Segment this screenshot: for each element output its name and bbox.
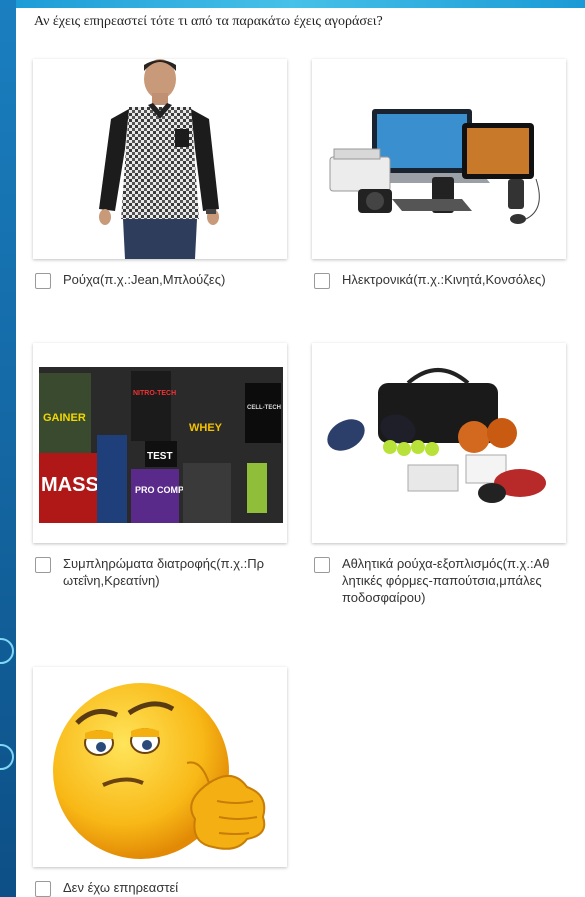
option-label: Ρούχα(π.χ.:Jean,Μπλούζες) (63, 272, 226, 287)
option-checkbox[interactable] (35, 273, 51, 289)
option-checkbox[interactable] (35, 557, 51, 573)
option-electronics[interactable]: Ηλεκτρονικά(π.χ.:Κινητά,Κονσόλες) (312, 59, 566, 289)
product-text: WHEY (189, 422, 223, 434)
option-sports-equipment[interactable]: Αθλητικά ρούχα-εξοπλισμός(π.χ.:Αθλητικές… (312, 343, 566, 606)
product-text: NITRO-TECH (133, 390, 176, 397)
option-label: Συμπληρώματα διατροφής(π.χ.:Πρωτεΐνη,Κρε… (63, 556, 265, 588)
option-checkbox[interactable] (35, 881, 51, 897)
thinking-emoji[interactable] (33, 667, 287, 867)
option-label: Ηλεκτρονικά(π.χ.:Κινητά,Κονσόλες) (342, 272, 546, 287)
slide-top-strip (0, 0, 585, 8)
option-checkbox[interactable] (314, 273, 330, 289)
product-text: GAINER (43, 412, 86, 424)
option-not-influenced[interactable]: Δεν έχω επηρεαστεί (33, 667, 287, 897)
question-title: Αν έχεις επηρεαστεί τότε τι από τα παρακ… (34, 14, 383, 29)
shirt-photo[interactable] (33, 59, 287, 259)
option-clothes[interactable]: Ρούχα(π.χ.:Jean,Μπλούζες) (33, 59, 287, 289)
option-checkbox[interactable] (314, 557, 330, 573)
product-text: CELL-TECH (247, 405, 281, 411)
option-label: Δεν έχω επηρεαστεί (63, 880, 179, 895)
supplements-photo[interactable]: GAINER MASS NITRO-TECH WHEY TEST PRO COM… (33, 343, 287, 543)
option-supplements[interactable]: GAINER MASS NITRO-TECH WHEY TEST PRO COM… (33, 343, 287, 589)
form-question-card: Αν έχεις επηρεαστεί τότε τι από τα παρακ… (16, 8, 585, 897)
product-text: MASS (41, 474, 99, 496)
product-text: TEST (147, 451, 173, 462)
electronics-photo[interactable] (312, 59, 566, 259)
option-label: Αθλητικά ρούχα-εξοπλισμός(π.χ.:Αθλητικές… (342, 556, 550, 605)
sports-equipment-photo[interactable] (312, 343, 566, 543)
